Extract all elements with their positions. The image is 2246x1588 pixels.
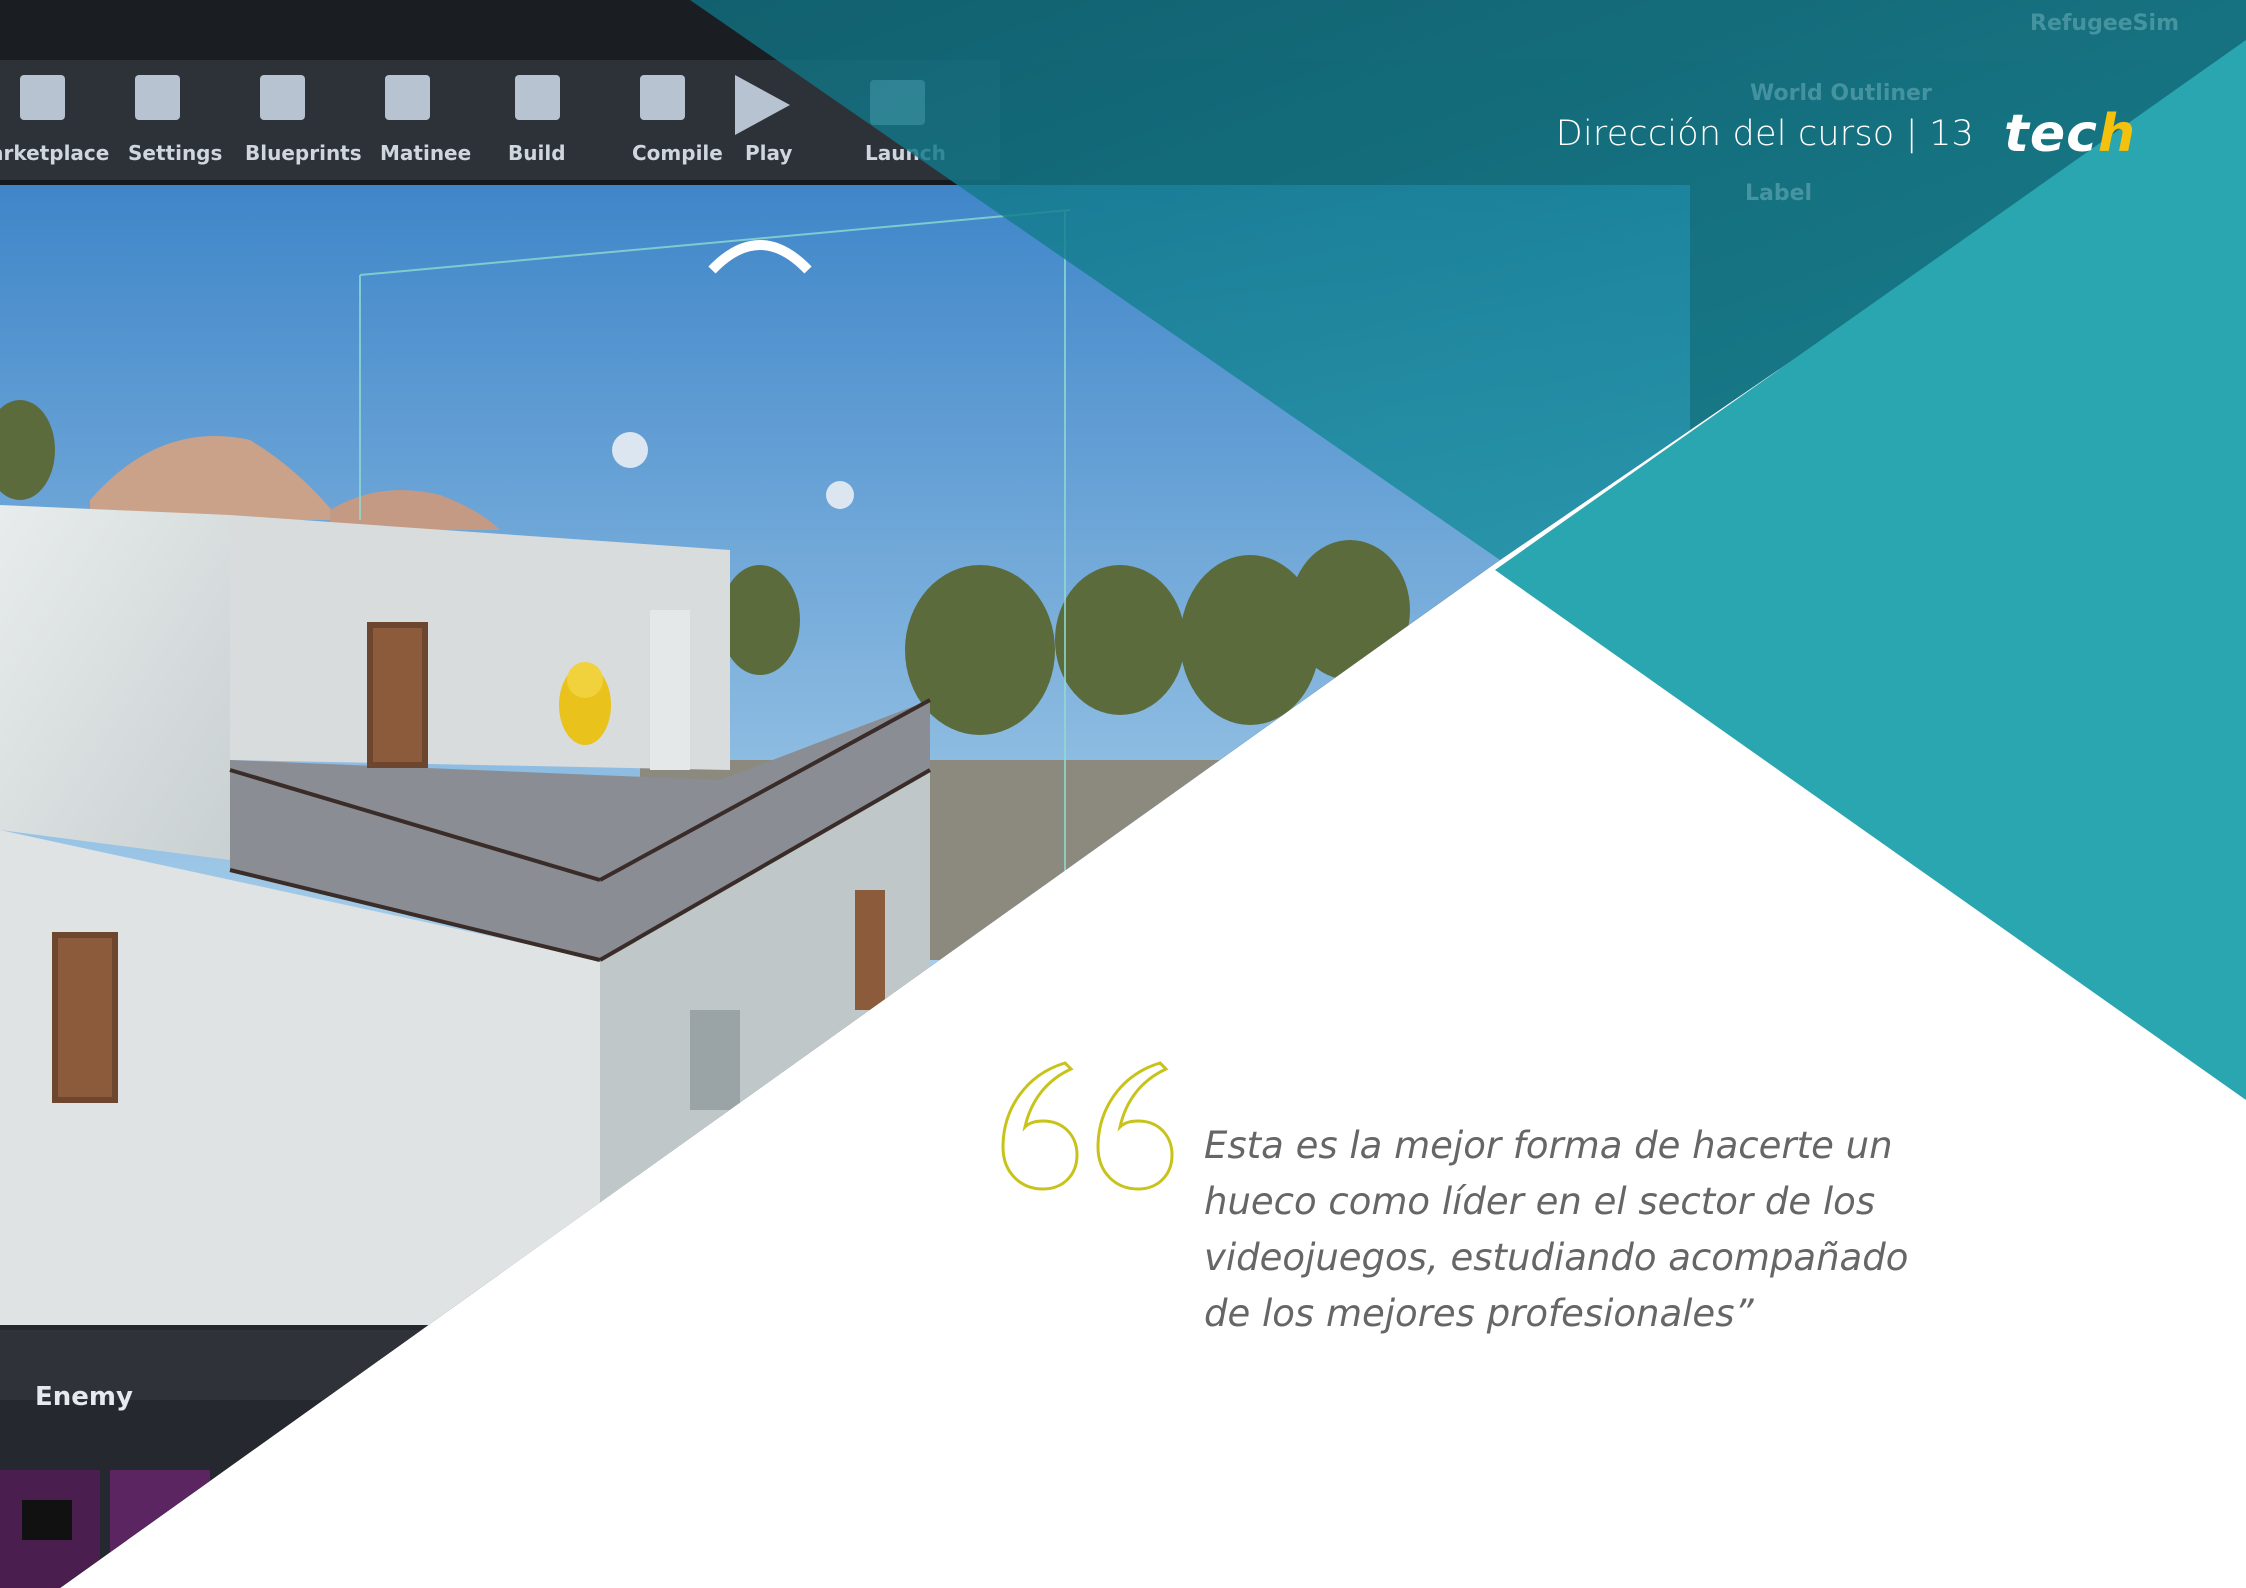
toolbar-label-compile: Compile	[632, 141, 723, 165]
quote-mark-icon	[1001, 1061, 1174, 1191]
toolbar-label-settings: Settings	[128, 141, 222, 165]
toolbar-label-play: Play	[745, 141, 792, 165]
svg-text:World Outliner: World Outliner	[1750, 81, 1932, 106]
toolbar-label-matinee: Matinee	[380, 141, 471, 165]
brochure-page: arketplace Settings Blueprints Matinee B…	[0, 0, 2246, 1588]
game-engine-photo: arketplace Settings Blueprints Matinee B…	[0, 0, 2246, 1588]
breadcrumb-enemy: Enemy	[35, 1382, 133, 1412]
svg-text:RefugeeSim: RefugeeSim	[2030, 11, 2179, 36]
logo-main: tec	[2004, 104, 2098, 164]
quote-line: hueco como líder en el sector de los	[1204, 1180, 1876, 1223]
toolbar-label-build: Build	[508, 141, 566, 165]
quote-line: Esta es la mejor forma de hacerte un	[1204, 1124, 1893, 1167]
page-header: Dirección del curso | 13 tech	[1556, 104, 2136, 164]
quote-line: de los mejores profesionales”	[1204, 1292, 1754, 1335]
quote-line: videojuegos, estudiando acompañado	[1204, 1236, 1909, 1279]
logo-accent: h	[2097, 104, 2136, 164]
svg-text:Label: Label	[1745, 181, 1812, 206]
toolbar-label-blueprints: Blueprints	[245, 141, 362, 165]
tech-logo: tech	[2004, 104, 2136, 164]
section-title: Dirección del curso | 13	[1555, 114, 1975, 154]
testimonial-quote: Esta es la mejor forma de hacerte un hue…	[1204, 1118, 1924, 1342]
toolbar-label-marketplace: arketplace	[0, 141, 109, 165]
